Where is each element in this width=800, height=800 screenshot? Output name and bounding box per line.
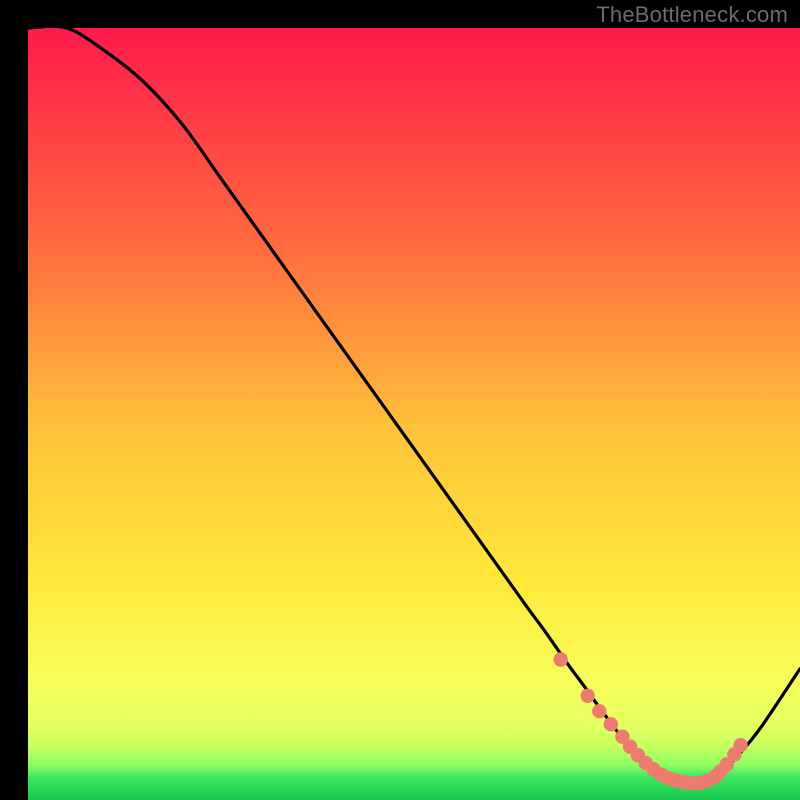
gradient-background bbox=[28, 28, 800, 800]
data-point bbox=[733, 738, 747, 752]
bottleneck-chart bbox=[28, 28, 800, 800]
data-point bbox=[581, 689, 595, 703]
watermark-text: TheBottleneck.com bbox=[596, 2, 788, 28]
data-point bbox=[604, 717, 618, 731]
plot-frame bbox=[14, 14, 786, 786]
data-point bbox=[553, 652, 567, 666]
data-point bbox=[592, 704, 606, 718]
